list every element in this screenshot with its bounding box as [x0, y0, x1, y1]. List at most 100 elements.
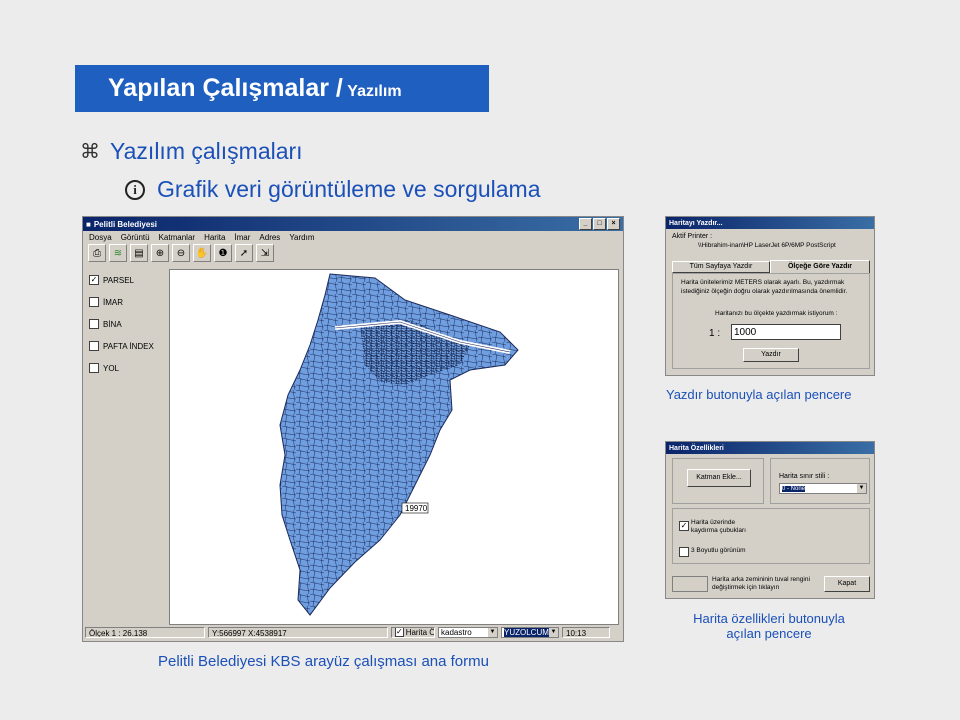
- toolbar: ⎙ ≋ ▤ ⊕ ⊖ ✋ ❶ ➚ ⇲: [83, 243, 623, 263]
- border-style-label: Harita sınır stili :: [779, 473, 830, 480]
- bullet-level1: ⌘ Yazılım çalışmaları: [80, 138, 303, 165]
- map-properties-dialog: Harita Özellikleri Katman Ekle... Harita…: [665, 441, 875, 599]
- layer-item-imar[interactable]: İMAR: [89, 291, 163, 313]
- border-style-value: 0 - None: [782, 485, 806, 492]
- layer-label: YOL: [103, 363, 120, 373]
- coords-readout: Y:566997 X:4538917: [208, 626, 388, 638]
- menu-adres[interactable]: Adres: [259, 233, 280, 242]
- layer-label: PARSEL: [103, 275, 134, 285]
- layer-label: PAFTA İNDEX: [103, 341, 154, 351]
- layer-item-pafta-index[interactable]: PAFTA İNDEX: [89, 335, 163, 357]
- scrollbars-label: Harita üzerinde kaydırma çubukları: [691, 519, 746, 534]
- map-props-label: Harita Öz.: [405, 627, 435, 637]
- clock-readout: 10:13: [562, 626, 610, 638]
- layer-label: İMAR: [103, 297, 123, 307]
- menu-bar: Dosya Görüntü Katmanlar Harita İmar Adre…: [83, 231, 623, 243]
- caption-props-dialog: Harita özellikleri butonuyla açılan penc…: [678, 611, 860, 641]
- border-style-group: Harita sınır stili : 0 - None ▼: [770, 458, 870, 504]
- parcel-label: 19970: [405, 504, 428, 513]
- select-arrow-icon[interactable]: ➚: [235, 244, 253, 262]
- printer-name: \\Hibrahim-inan\HP LaserJet 6P/6MP PostS…: [698, 242, 836, 249]
- minimize-button[interactable]: _: [579, 218, 592, 230]
- print-dialog-title: Haritayı Yazdır...: [669, 219, 723, 227]
- map-props-toggle[interactable]: ✓ Harita Öz.: [391, 626, 435, 638]
- slide-title: Yapılan Çalışmalar /: [108, 74, 343, 102]
- slide-title-sub: Yazılım: [347, 83, 402, 100]
- layers-icon[interactable]: ≋: [109, 244, 127, 262]
- caption-props-line1: Harita özellikleri butonuyla: [693, 611, 845, 626]
- chevron-down-icon[interactable]: ▼: [549, 627, 558, 637]
- menu-katmanlar[interactable]: Katmanlar: [159, 233, 195, 242]
- menu-harita[interactable]: Harita: [204, 233, 225, 242]
- layer-label: BİNA: [103, 319, 122, 329]
- layer-select[interactable]: kadastro ▼: [438, 626, 498, 638]
- scale-prefix: 1 :: [709, 328, 721, 339]
- print-dialog: Haritayı Yazdır... Aktif Printer : \\Hib…: [665, 216, 875, 376]
- info-tool-icon[interactable]: ❶: [214, 244, 232, 262]
- close-dialog-button[interactable]: Kapat: [824, 576, 870, 592]
- map-props-checkbox[interactable]: ✓: [395, 627, 404, 637]
- border-style-select[interactable]: 0 - None ▼: [779, 483, 867, 494]
- main-window-title: Pelitli Belediyesi: [93, 219, 157, 229]
- view3d-label: 3 Boyutlu görünüm: [691, 547, 746, 554]
- map-canvas[interactable]: 19970: [169, 269, 619, 625]
- bgcolor-swatch[interactable]: [672, 576, 708, 592]
- printer-label: Aktif Printer :: [672, 233, 713, 240]
- zoom-out-icon[interactable]: ⊖: [172, 244, 190, 262]
- status-bar: Ölçek 1 : 26.138 Y:566997 X:4538917 ✓ Ha…: [85, 625, 621, 639]
- layer-checkbox[interactable]: [89, 363, 99, 373]
- field-select[interactable]: YUZOLCUM ▼: [501, 626, 559, 638]
- layer-item-bina[interactable]: BİNA: [89, 313, 163, 335]
- caption-props-line2: açılan pencere: [726, 626, 812, 641]
- scale-prompt: Haritanızı bu ölçekte yazdırmak istiyoru…: [715, 310, 838, 317]
- bullet-level2: i Grafik veri görüntüleme ve sorgulama: [125, 176, 541, 203]
- parcel-map[interactable]: 19970: [170, 270, 618, 624]
- menu-dosya[interactable]: Dosya: [89, 233, 112, 242]
- main-window-titlebar[interactable]: ■ Pelitli Belediyesi _ □ ×: [83, 217, 623, 231]
- print-button[interactable]: Yazdır: [743, 348, 799, 362]
- close-button[interactable]: ×: [607, 218, 620, 230]
- layer-list: ✓ PARSEL İMAR BİNA PAFTA İNDEX YOL: [89, 269, 163, 379]
- scale-input[interactable]: 1000: [731, 324, 841, 340]
- layer-checkbox[interactable]: [89, 319, 99, 329]
- scrollbars-checkbox[interactable]: ✓: [679, 521, 689, 531]
- bullet-level2-text: Grafik veri görüntüleme ve sorgulama: [157, 176, 541, 202]
- layer-select-value: kadastro: [441, 627, 472, 637]
- printer-icon[interactable]: ⎙: [88, 244, 106, 262]
- caption-print-dialog: Yazdır butonuyla açılan pencere: [666, 387, 852, 402]
- add-layer-button[interactable]: Katman Ekle...: [687, 469, 751, 487]
- info-bullet-icon: i: [125, 179, 145, 200]
- main-app-window: ■ Pelitli Belediyesi _ □ × Dosya Görüntü…: [82, 216, 624, 642]
- tab-print-all[interactable]: Tüm Sayfaya Yazdır: [672, 261, 770, 273]
- layer-checkbox[interactable]: [89, 297, 99, 307]
- app-icon: ■: [86, 219, 91, 229]
- pan-hand-icon[interactable]: ✋: [193, 244, 211, 262]
- slide-title-bar: Yapılan Çalışmalar / Yazılım: [75, 65, 489, 112]
- field-select-value: YUZOLCUM: [504, 627, 549, 637]
- layer-item-parsel[interactable]: ✓ PARSEL: [89, 269, 163, 291]
- bgcolor-label: Harita arka zemininin tuval rengini deği…: [712, 576, 810, 591]
- layer-group: Katman Ekle...: [672, 458, 764, 504]
- menu-yardim[interactable]: Yardım: [289, 233, 314, 242]
- print-dialog-titlebar[interactable]: Haritayı Yazdır...: [666, 217, 874, 229]
- props-dialog-title: Harita Özellikleri: [669, 444, 724, 452]
- table-icon[interactable]: ▤: [130, 244, 148, 262]
- print-info-text: Harita ünitelerimiz METERS olarak ayarlı…: [681, 279, 848, 295]
- caption-main-window: Pelitli Belediyesi KBS arayüz çalışması …: [158, 653, 489, 670]
- chevron-down-icon[interactable]: ▼: [488, 627, 497, 637]
- tab-print-scale[interactable]: Ölçeğe Göre Yazdır: [770, 260, 870, 273]
- bullet-icon: ⌘: [80, 141, 100, 163]
- chevron-down-icon[interactable]: ▼: [857, 484, 866, 493]
- menu-goruntu[interactable]: Görüntü: [121, 233, 150, 242]
- props-dialog-titlebar[interactable]: Harita Özellikleri: [666, 442, 874, 454]
- map-options-group: ✓ Harita üzerinde kaydırma çubukları 3 B…: [672, 508, 870, 564]
- menu-imar[interactable]: İmar: [234, 233, 250, 242]
- export-icon[interactable]: ⇲: [256, 244, 274, 262]
- bullet-level1-text: Yazılım çalışmaları: [110, 138, 303, 164]
- zoom-in-icon[interactable]: ⊕: [151, 244, 169, 262]
- layer-checkbox[interactable]: ✓: [89, 275, 99, 285]
- view3d-checkbox[interactable]: [679, 547, 689, 557]
- maximize-button[interactable]: □: [593, 218, 606, 230]
- layer-item-yol[interactable]: YOL: [89, 357, 163, 379]
- layer-checkbox[interactable]: [89, 341, 99, 351]
